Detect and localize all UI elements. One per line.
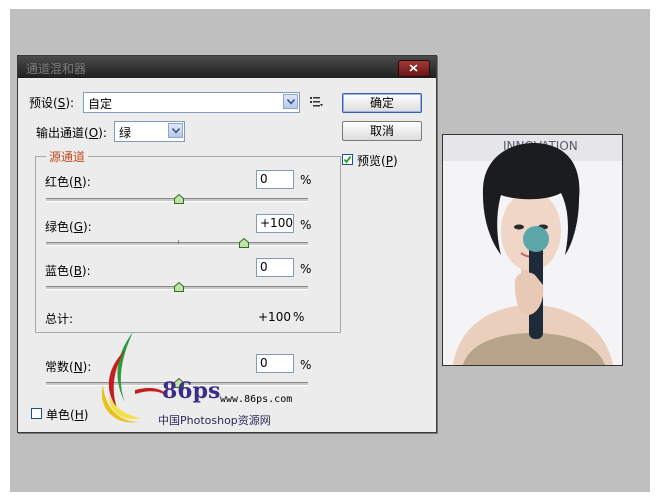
constant-unit: % — [300, 358, 312, 372]
green-slider-thumb[interactable] — [239, 238, 249, 248]
preview-label: 预览(P) — [357, 154, 398, 168]
dialog-titlebar[interactable]: 通道混和器 — [18, 56, 436, 78]
red-unit: % — [300, 173, 312, 187]
close-button[interactable] — [398, 60, 430, 77]
chevron-down-icon — [172, 128, 180, 134]
watermark-brand: 86ps — [162, 378, 221, 404]
green-slider-track[interactable] — [46, 242, 308, 246]
red-value-input[interactable]: 0 — [256, 170, 294, 189]
total-unit: % — [293, 310, 305, 324]
constant-value-input[interactable]: 0 — [256, 354, 294, 373]
monochrome-label: 单色(H) — [46, 408, 89, 422]
total-label: 总计: — [45, 312, 74, 326]
channel-mixer-dialog: 通道混和器 预设(S): 自定 输出通道(O): 绿 确定 取消 预览(P) 源… — [17, 55, 437, 433]
preset-menu-icon[interactable] — [310, 96, 324, 108]
preview-photo: INNOVATION — [442, 134, 623, 366]
green-value-input[interactable]: +100 — [256, 214, 294, 233]
watermark-site-name: 中国Photoshop资源网 — [158, 414, 271, 427]
constant-label: 常数(N): — [45, 360, 92, 374]
preset-value: 自定 — [88, 97, 113, 111]
ok-button[interactable]: 确定 — [342, 93, 422, 113]
preset-label: 预设(S): — [29, 96, 75, 110]
output-channel-value: 绿 — [119, 126, 132, 140]
green-label: 绿色(G): — [45, 220, 92, 234]
monochrome-checkbox[interactable] — [31, 408, 42, 419]
output-channel-select[interactable]: 绿 — [114, 121, 185, 142]
portrait-illustration: INNOVATION — [443, 135, 622, 365]
green-slider-center-tick — [178, 240, 179, 244]
red-label: 红色(R): — [45, 175, 91, 189]
preview-checkbox[interactable] — [342, 154, 353, 165]
blue-label: 蓝色(B): — [45, 264, 91, 278]
blue-value-input[interactable]: 0 — [256, 258, 294, 277]
watermark-url: www.86ps.com — [220, 394, 293, 405]
chevron-down-icon — [287, 99, 295, 105]
output-channel-dropdown-arrow[interactable] — [168, 123, 183, 138]
blue-unit: % — [300, 262, 312, 276]
total-value: +100 — [258, 310, 291, 324]
preset-select[interactable]: 自定 — [83, 92, 300, 113]
red-slider-thumb[interactable] — [174, 194, 184, 204]
checkmark-icon — [343, 155, 352, 164]
close-icon — [409, 64, 418, 72]
preset-dropdown-arrow[interactable] — [283, 94, 298, 109]
cancel-button[interactable]: 取消 — [342, 121, 422, 141]
source-channels-title: 源通道 — [46, 148, 89, 165]
blue-slider-thumb[interactable] — [174, 282, 184, 292]
dialog-title: 通道混和器 — [26, 62, 87, 76]
output-channel-label: 输出通道(O): — [36, 126, 107, 140]
green-unit: % — [300, 218, 312, 232]
